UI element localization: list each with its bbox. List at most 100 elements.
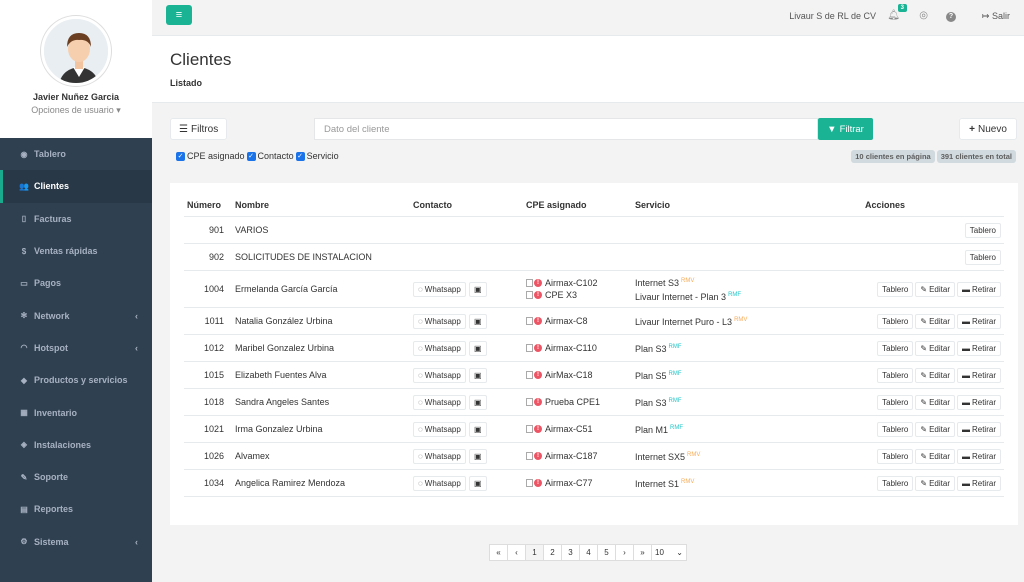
edit-button[interactable]: ✎ Editar [915,281,955,297]
whatsapp-button[interactable]: ◌ Whatsapp [413,448,466,464]
whatsapp-button[interactable]: ◌ Whatsapp [413,367,466,383]
client-name[interactable]: Ermelanda García García [232,270,410,308]
per-page-select[interactable]: 10 ⌄ [651,544,687,561]
client-name[interactable]: Elizabeth Fuentes Alva [232,361,410,389]
edit-button[interactable]: ✎ Editar [915,340,955,356]
filter-submit-button[interactable]: ▼ Filtrar [818,118,873,140]
page-link[interactable]: 2 [543,544,562,561]
sidebar-item-productos-y-servicios[interactable]: ◆ Productos y servicios [0,364,152,396]
edit-button[interactable]: ✎ Editar [915,448,955,464]
dashboard-button[interactable]: Tablero [877,281,914,297]
service-item[interactable]: Internet S1 RMV [635,476,859,490]
sidebar-item-network[interactable]: ✻ Network ‹ [0,299,152,331]
dashboard-button[interactable]: Tablero [877,475,914,491]
dashboard-button[interactable]: Tablero [877,421,914,437]
sidebar-item-soporte[interactable]: ✎ Soporte [0,461,152,493]
checkbox-contact[interactable]: ✓ [246,151,256,161]
search-input[interactable]: Dato del cliente [314,118,818,140]
sidebar-item-hotspot[interactable]: ◠ Hotspot ‹ [0,332,152,364]
contact-card-button[interactable]: ▣ [468,421,487,437]
service-item[interactable]: Plan S3 RMF [635,341,859,355]
service-item[interactable]: Livaur Internet Puro - L3 RMV [635,314,859,328]
sidebar-item-clientes[interactable]: 👥 Clientes [0,170,152,203]
contact-card-button[interactable]: ▣ [468,281,487,297]
service-item[interactable]: Internet SX5 RMV [635,449,859,463]
sidebar-item-sistema[interactable]: ⚙ Sistema ‹ [0,526,152,558]
remove-button[interactable]: ▬ Retirar [956,421,1001,437]
globe-button[interactable]: ◎ [919,10,928,21]
service-item[interactable]: Plan M1 RMF [635,422,859,436]
remove-button[interactable]: ▬ Retirar [956,394,1001,410]
checkbox-cpe[interactable]: ✓ [176,151,185,161]
page-link[interactable]: 5 [597,544,616,561]
remove-button[interactable]: ▬ Retirar [956,340,1001,356]
checkbox-service[interactable]: ✓ [295,151,305,161]
contact-card-button[interactable]: ▣ [468,448,487,464]
client-name[interactable]: Alvamex [232,442,410,470]
edit-button[interactable]: ✎ Editar [915,394,955,410]
page-link[interactable]: 3 [561,544,580,561]
notifications-button[interactable]: 🔔︎ 3 [887,4,907,21]
avatar[interactable] [41,16,111,86]
cpe-item[interactable]: ! Airmax-C51 [526,423,629,435]
sidebar-item-tablero[interactable]: ◉ Tablero [0,138,152,170]
dashboard-button[interactable]: Tablero [964,249,1001,265]
cpe-item[interactable]: ! Prueba CPE1 [526,396,629,408]
cpe-item[interactable]: ! Airmax-C187 [526,450,629,462]
edit-button[interactable]: ✎ Editar [915,421,955,437]
cpe-item[interactable]: ! Airmax-C110 [526,342,629,354]
user-options-dropdown[interactable]: Opciones de usuario ▾ [0,105,152,116]
contact-card-button[interactable]: ▣ [468,340,487,356]
edit-button[interactable]: ✎ Editar [915,313,955,329]
service-item[interactable]: Livaur Internet - Plan 3 RMF [635,289,859,303]
page-link[interactable]: › [615,544,634,561]
new-client-button[interactable]: + Nuevo [959,118,1017,140]
client-name[interactable]: Irma Gonzalez Urbina [232,415,410,443]
service-item[interactable]: Plan S3 RMF [635,395,859,409]
page-link[interactable]: « [489,544,508,561]
page-link[interactable]: » [633,544,652,561]
dashboard-button[interactable]: Tablero [877,340,914,356]
whatsapp-button[interactable]: ◌ Whatsapp [413,340,466,356]
whatsapp-button[interactable]: ◌ Whatsapp [413,394,466,410]
edit-button[interactable]: ✎ Editar [915,367,955,383]
dashboard-button[interactable]: Tablero [877,394,914,410]
cpe-item[interactable]: ! Airmax-C102 [526,277,629,289]
dashboard-button[interactable]: Tablero [877,313,914,329]
cpe-item[interactable]: ! Airmax-C8 [526,315,629,327]
dashboard-button[interactable]: Tablero [964,222,1001,238]
contact-card-button[interactable]: ▣ [468,475,487,491]
cpe-item[interactable]: ! CPE X3 [526,289,629,301]
remove-button[interactable]: ▬ Retirar [956,448,1001,464]
client-name[interactable]: Maribel Gonzalez Urbina [232,334,410,362]
client-name[interactable]: Sandra Angeles Santes [232,388,410,416]
menu-toggle-button[interactable]: ≡ [166,5,192,25]
sidebar-item-facturas[interactable]: ▯ Facturas [0,203,152,235]
page-link[interactable]: ‹ [507,544,526,561]
service-item[interactable]: Internet S3 RMV [635,275,859,289]
remove-button[interactable]: ▬ Retirar [956,313,1001,329]
contact-card-button[interactable]: ▣ [468,367,487,383]
page-link[interactable]: 1 [525,544,544,561]
dashboard-button[interactable]: Tablero [877,367,914,383]
whatsapp-button[interactable]: ◌ Whatsapp [413,421,466,437]
sidebar-item-reportes[interactable]: ▤ Reportes [0,493,152,525]
client-name[interactable]: Angelica Ramirez Mendoza [232,469,410,497]
cpe-item[interactable]: ! Airmax-C77 [526,477,629,489]
remove-button[interactable]: ▬ Retirar [956,475,1001,491]
contact-card-button[interactable]: ▣ [468,313,487,329]
sidebar-item-ventas-r-pidas[interactable]: $ Ventas rápidas [0,235,152,267]
remove-button[interactable]: ▬ Retirar [956,281,1001,297]
client-name[interactable]: Natalia González Urbina [232,307,410,335]
client-name[interactable]: SOLICITUDES DE INSTALACION [232,243,410,271]
cpe-item[interactable]: ! AirMax-C18 [526,369,629,381]
remove-button[interactable]: ▬ Retirar [956,367,1001,383]
logout-link[interactable]: ↦ Salir [982,11,1010,22]
service-item[interactable]: Plan S5 RMF [635,368,859,382]
contact-card-button[interactable]: ▣ [468,394,487,410]
whatsapp-button[interactable]: ◌ Whatsapp [413,281,466,297]
whatsapp-button[interactable]: ◌ Whatsapp [413,313,466,329]
page-link[interactable]: 4 [579,544,598,561]
help-button[interactable]: ? [946,10,956,22]
sidebar-item-pagos[interactable]: ▭ Pagos [0,267,152,299]
